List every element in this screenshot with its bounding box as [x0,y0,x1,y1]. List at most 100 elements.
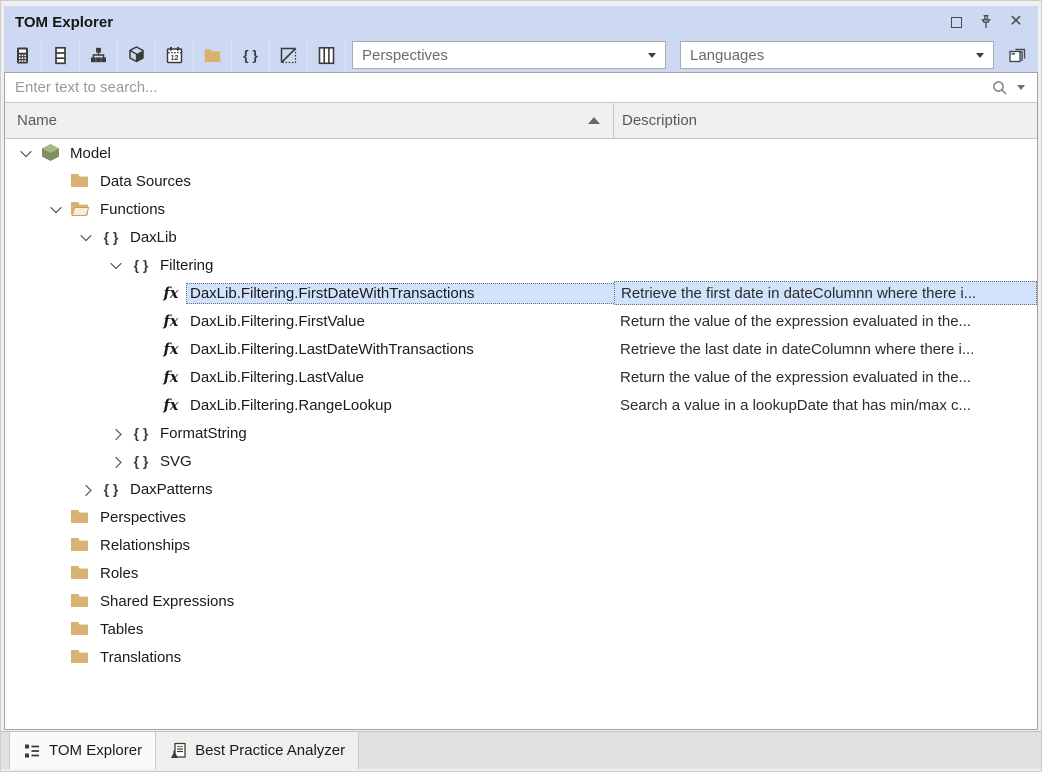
node-label: Shared Expressions [96,591,614,612]
tree-row-name-cell: DaxPatterns [5,475,614,503]
node-description [614,587,1037,615]
tree-row[interactable]: Translations [5,643,1037,671]
display-folder-button[interactable] [194,38,232,72]
node-label: Relationships [96,535,614,556]
folder-icon [69,534,93,556]
tree-row[interactable]: DaxLib.Filtering.LastDateWithTransaction… [5,335,1037,363]
close-button[interactable]: ✕ [1004,10,1028,34]
node-description: Search a value in a lookupDate that has … [614,391,1037,419]
node-label: DaxLib [126,227,614,248]
tree-row[interactable]: DaxPatterns [5,475,1037,503]
tree-row[interactable]: Shared Expressions [5,587,1037,615]
node-description [614,615,1037,643]
chevron-down-icon [976,53,984,58]
tree-row[interactable]: Relationships [5,531,1037,559]
expander-chevron-icon[interactable] [103,429,129,437]
folder-icon [69,506,93,528]
tree-row-name-cell: DaxLib.Filtering.LastValue [5,363,614,391]
tree-row[interactable]: Functions [5,195,1037,223]
languages-value: Languages [690,47,764,64]
expander-chevron-icon[interactable] [13,149,39,157]
tab-tom-explorer[interactable]: TOM Explorer [9,732,156,769]
magnifier-icon[interactable] [991,79,1009,97]
node-description: Retrieve the last date in dateColumnn wh… [614,335,1037,363]
expander-chevron-icon[interactable] [103,457,129,465]
tree-row[interactable]: DaxLib [5,223,1037,251]
tree-row[interactable]: Model [5,139,1037,167]
measure-button[interactable] [4,38,42,72]
tab-best-practice-analyzer[interactable]: Best Practice Analyzer [156,732,359,769]
search-bar [5,73,1037,103]
tree-row[interactable]: DaxLib.Filtering.LastValue Return the va… [5,363,1037,391]
folder-icon [69,170,93,192]
tree-row-name-cell: Model [5,139,614,167]
node-description [614,139,1037,167]
tree-row[interactable]: Perspectives [5,503,1037,531]
tree-row-name-cell: Relationships [5,531,614,559]
name-column-label: Name [17,112,57,129]
flask-document-icon [169,742,187,760]
node-description [614,643,1037,671]
expander-chevron-icon[interactable] [73,233,99,241]
partition-cube-icon [126,45,147,66]
tab-label: TOM Explorer [49,742,142,759]
description-column-label: Description [622,112,697,129]
description-column-header[interactable]: Description [614,103,1037,138]
maximize-icon [951,17,962,28]
maximize-button[interactable] [944,10,968,34]
function-fx-icon [159,394,183,416]
node-label: Tables [96,619,614,640]
languages-dropdown[interactable]: Languages [680,41,994,69]
perspectives-dropdown[interactable]: Perspectives [352,41,666,69]
tree-row[interactable]: SVG [5,447,1037,475]
tab-label: Best Practice Analyzer [195,742,345,759]
partition-button[interactable] [118,38,156,72]
folder-icon [69,646,93,668]
bottom-tab-bar: TOM Explorer Best Practice Analyzer [1,731,1041,769]
node-label: DaxLib.Filtering.RangeLookup [186,395,614,416]
function-fx-icon [159,338,183,360]
json-button[interactable]: { } [232,38,270,72]
braces-icon [129,450,153,472]
pin-button[interactable] [974,10,998,34]
node-description [614,419,1037,447]
tree-row-name-cell: Translations [5,643,614,671]
calculation-group-button[interactable] [308,38,346,72]
search-input[interactable] [13,78,991,97]
cascade-windows-icon [1006,43,1030,67]
node-label: SVG [156,451,614,472]
hierarchy-icon [88,45,109,66]
tree-row[interactable]: Filtering [5,251,1037,279]
tree-row-name-cell: SVG [5,447,614,475]
expander-chevron-icon[interactable] [103,261,129,269]
expander-chevron-icon[interactable] [73,485,99,493]
node-description [614,503,1037,531]
tree-row[interactable]: DaxLib.Filtering.RangeLookup Search a va… [5,391,1037,419]
calendar-button[interactable]: 12 [156,38,194,72]
node-label: Roles [96,563,614,584]
node-label: DaxLib.Filtering.LastValue [186,367,614,388]
title-bar: TOM Explorer ✕ [4,6,1038,38]
column-button[interactable] [42,38,80,72]
chevron-down-icon [648,53,656,58]
node-label: DaxPatterns [126,479,614,500]
toolbar: 12 { } [4,38,1038,72]
folder-icon [69,618,93,640]
expander-chevron-icon[interactable] [43,205,69,213]
node-description [614,531,1037,559]
kpi-button[interactable] [270,38,308,72]
display-folder-icon [202,45,223,66]
search-options-caret-icon[interactable] [1017,85,1025,90]
name-column-header[interactable]: Name [5,103,614,138]
tree-row[interactable]: DaxLib.Filtering.FirstValue Return the v… [5,307,1037,335]
hierarchy-button[interactable] [80,38,118,72]
tree-row[interactable]: Roles [5,559,1037,587]
window-list-button[interactable] [1003,40,1033,70]
tree-row[interactable]: Data Sources [5,167,1037,195]
node-label: DaxLib.Filtering.FirstDateWithTransactio… [186,283,614,304]
node-description: Retrieve the first date in dateColumnn w… [614,281,1037,305]
node-description [614,251,1037,279]
tree-row[interactable]: Tables [5,615,1037,643]
tree-row[interactable]: DaxLib.Filtering.FirstDateWithTransactio… [5,279,1037,307]
tree-row[interactable]: FormatString [5,419,1037,447]
